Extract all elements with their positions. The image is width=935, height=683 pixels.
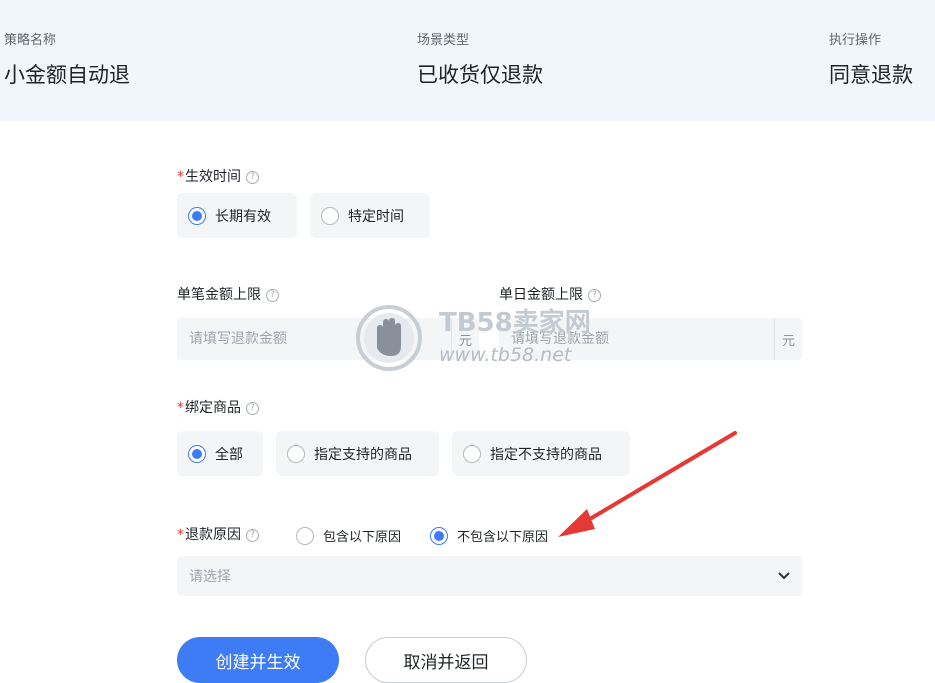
radio-include-reasons[interactable]: 包含以下原因: [296, 526, 401, 545]
help-icon[interactable]: ?: [266, 288, 279, 302]
single-limit-text: 单笔金额上限: [177, 287, 261, 303]
radio-unchecked-icon: [296, 526, 314, 545]
refund-reason-text: 退款原因: [185, 527, 241, 543]
daily-limit-input-box: 元: [499, 318, 802, 360]
radio-excluded-goods[interactable]: 指定不支持的商品: [452, 431, 630, 476]
required-mark: *: [177, 400, 184, 416]
chevron-down-icon: [778, 569, 790, 583]
daily-limit-label: 单日金额上限 ?: [499, 286, 601, 304]
radio-excluded-goods-label: 指定不支持的商品: [490, 446, 602, 463]
radio-include-reasons-label: 包含以下原因: [323, 530, 402, 545]
single-limit-input[interactable]: [177, 318, 451, 360]
help-icon[interactable]: ?: [246, 170, 259, 184]
daily-limit-unit: 元: [774, 318, 802, 360]
radio-exclude-reasons-label: 不包含以下原因: [457, 530, 549, 545]
help-icon[interactable]: ?: [246, 401, 259, 415]
action-label: 执行操作: [829, 33, 882, 48]
radio-checked-icon: [430, 526, 448, 545]
refund-reason-label: * 退款原因 ?: [177, 526, 259, 544]
radio-long-term-label: 长期有效: [215, 208, 271, 225]
radio-checked-icon: [188, 444, 206, 463]
daily-limit-input[interactable]: [499, 318, 774, 360]
scene-type-block: 场景类型 已收货仅退款: [417, 33, 543, 89]
single-limit-input-box: 元: [177, 318, 479, 360]
strategy-summary: 策略名称 小金额自动退 场景类型 已收货仅退款 执行操作 同意退款: [0, 0, 935, 121]
action-block: 执行操作 同意退款: [829, 33, 913, 89]
help-icon[interactable]: ?: [588, 288, 601, 302]
radio-unchecked-icon: [463, 444, 481, 463]
radio-unchecked-icon: [321, 206, 339, 225]
effective-time-label: * 生效时间 ?: [177, 168, 259, 186]
create-and-activate-button[interactable]: 创建并生效: [177, 637, 339, 683]
required-mark: *: [177, 527, 184, 543]
single-limit-unit: 元: [451, 318, 479, 360]
effective-time-text: 生效时间: [185, 169, 241, 185]
radio-specified-goods-label: 指定支持的商品: [314, 446, 412, 463]
radio-all-goods[interactable]: 全部: [177, 431, 263, 476]
select-placeholder: 请选择: [189, 569, 231, 585]
scene-type-value: 已收货仅退款: [417, 63, 543, 87]
radio-long-term[interactable]: 长期有效: [177, 193, 297, 238]
required-mark: *: [177, 169, 184, 185]
action-value: 同意退款: [829, 63, 913, 87]
radio-all-goods-label: 全部: [215, 446, 243, 463]
single-limit-label: 单笔金额上限 ?: [177, 286, 279, 304]
strategy-name-block: 策略名称 小金额自动退: [4, 33, 130, 89]
bind-goods-text: 绑定商品: [185, 400, 241, 416]
radio-checked-icon: [188, 206, 206, 225]
strategy-name-label: 策略名称: [4, 33, 57, 48]
strategy-name-value: 小金额自动退: [4, 63, 130, 87]
radio-specified-goods[interactable]: 指定支持的商品: [276, 431, 439, 476]
cancel-and-return-button[interactable]: 取消并返回: [365, 637, 527, 683]
refund-reason-select[interactable]: 请选择: [177, 556, 802, 596]
radio-unchecked-icon: [287, 444, 305, 463]
bind-goods-label: * 绑定商品 ?: [177, 399, 259, 417]
help-icon[interactable]: ?: [246, 528, 259, 542]
radio-specific-time[interactable]: 特定时间: [310, 193, 430, 238]
radio-specific-time-label: 特定时间: [348, 208, 404, 225]
scene-type-label: 场景类型: [417, 33, 470, 48]
radio-exclude-reasons[interactable]: 不包含以下原因: [430, 526, 548, 545]
daily-limit-text: 单日金额上限: [499, 287, 583, 303]
